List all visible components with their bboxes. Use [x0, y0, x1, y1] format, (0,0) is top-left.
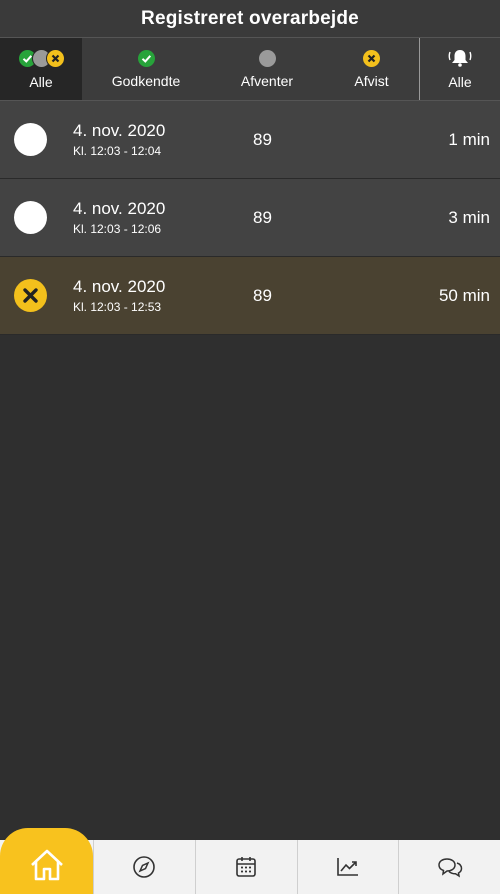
entry-date: 4. nov. 2020 [73, 121, 166, 140]
rejected-status-icon [14, 279, 47, 312]
filter-pending-label: Afventer [240, 72, 294, 89]
bottom-navigation [0, 828, 500, 894]
list-item[interactable]: 4. nov. 2020 Kl. 12:03 - 12:06 89 3 min [0, 179, 500, 257]
nav-calendar[interactable] [194, 840, 297, 894]
trend-chart-icon [337, 858, 358, 876]
rejected-x-icon [363, 49, 380, 67]
calendar-icon [236, 857, 256, 877]
chat-icon [437, 858, 462, 878]
pending-status-icon [14, 123, 47, 156]
pending-dot-icon [258, 49, 276, 67]
list-item[interactable]: 4. nov. 2020 Kl. 12:03 - 12:04 89 1 min [0, 101, 500, 179]
approved-check-icon [137, 49, 155, 67]
filter-all-label: Alle [29, 73, 53, 90]
filter-all[interactable]: Alle [0, 38, 82, 100]
entry-date: 4. nov. 2020 [73, 277, 166, 296]
pending-status-icon [14, 201, 47, 234]
entry-count: 89 [253, 285, 272, 305]
list-item[interactable]: 4. nov. 2020 Kl. 12:03 - 12:53 89 50 min [0, 257, 500, 335]
nav-messages[interactable] [398, 840, 500, 894]
entry-count: 89 [253, 207, 272, 227]
overtime-list: 4. nov. 2020 Kl. 12:03 - 12:04 89 1 min … [0, 101, 500, 335]
entry-count: 89 [253, 129, 272, 149]
filter-approved-label: Godkendte [111, 72, 181, 89]
status-filter-bar: Alle Godkendte Afventer Afvist Alle [0, 38, 500, 101]
filter-notifications-label: Alle [448, 74, 472, 90]
filter-rejected-label: Afvist [354, 72, 389, 89]
all-statuses-icon [17, 48, 65, 68]
page-title: Registreret overarbejde [141, 7, 359, 29]
nav-statistics[interactable] [296, 840, 399, 894]
entry-duration: 50 min [438, 285, 490, 305]
nav-home[interactable] [0, 828, 93, 894]
home-icon [30, 849, 63, 881]
entry-duration: 1 min [448, 129, 490, 149]
filter-rejected[interactable]: Afvist [324, 38, 419, 100]
bell-icon [448, 50, 472, 67]
entry-time: Kl. 12:03 - 12:06 [73, 222, 162, 236]
filter-approved[interactable]: Godkendte [82, 38, 210, 100]
entry-time: Kl. 12:03 - 12:53 [73, 300, 162, 314]
entry-time: Kl. 12:03 - 12:04 [73, 144, 162, 158]
filter-pending[interactable]: Afventer [210, 38, 324, 100]
filter-notifications[interactable]: Alle [419, 38, 500, 100]
entry-duration: 3 min [448, 207, 490, 227]
entry-date: 4. nov. 2020 [73, 199, 166, 218]
compass-icon [133, 856, 156, 878]
nav-compass[interactable] [93, 840, 195, 894]
app-header: Registreret overarbejde [0, 0, 500, 38]
